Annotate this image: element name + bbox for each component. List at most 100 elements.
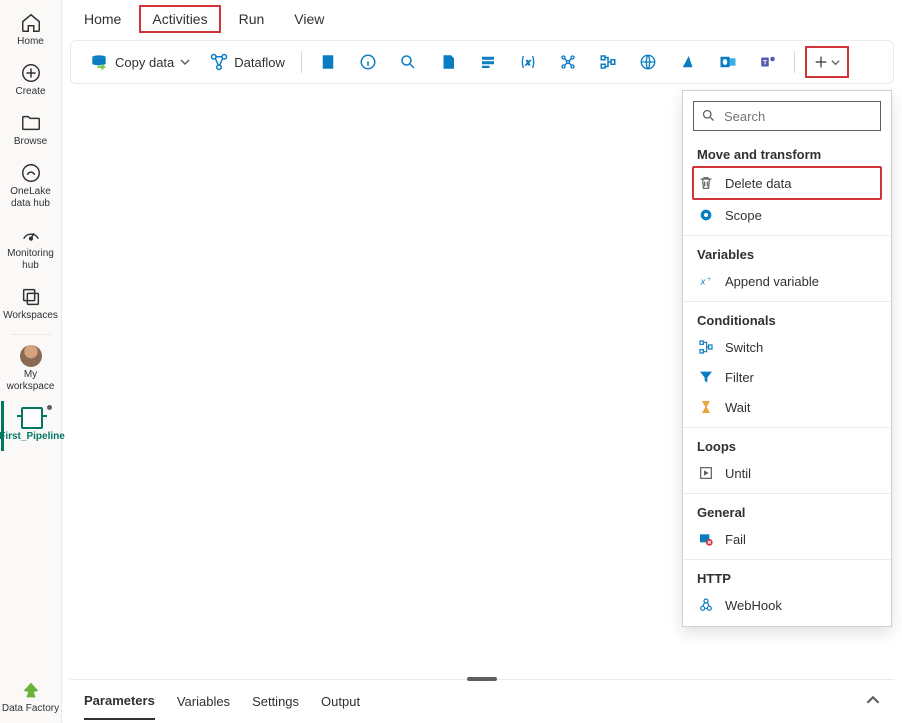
dd-cat-general: General <box>683 499 891 524</box>
folder-icon <box>20 112 42 134</box>
svg-text:x: x <box>700 276 706 286</box>
azure-icon <box>679 53 697 71</box>
bottom-tab-output[interactable]: Output <box>321 684 360 719</box>
panel-resize-grip[interactable] <box>467 677 497 681</box>
nav-separator <box>11 334 51 335</box>
tab-activities[interactable]: Activities <box>139 5 220 33</box>
globe-icon <box>639 53 657 71</box>
invoke-pipeline-button[interactable] <box>592 46 624 78</box>
dd-item-append-variable[interactable]: x+ Append variable <box>683 266 891 296</box>
dd-cat-loops: Loops <box>683 433 891 458</box>
tab-view[interactable]: View <box>282 5 336 33</box>
nav-home[interactable]: Home <box>1 6 61 56</box>
notebook-icon <box>319 53 337 71</box>
dd-cat-move-transform: Move and transform <box>683 141 891 166</box>
plus-circle-icon <box>20 62 42 84</box>
stored-proc-button[interactable] <box>472 46 504 78</box>
ml-icon <box>559 53 577 71</box>
dd-item-wait[interactable]: Wait <box>683 392 891 422</box>
add-activity-button[interactable] <box>805 46 849 78</box>
dropdown-search-input[interactable] <box>693 101 881 131</box>
script-button[interactable] <box>432 46 464 78</box>
toolbar-separator <box>301 51 302 73</box>
dd-item-until[interactable]: Until <box>683 458 891 488</box>
append-variable-icon: x+ <box>697 272 715 290</box>
activities-toolbar: Copy data Dataflow x T <box>70 40 894 84</box>
info-button[interactable] <box>352 46 384 78</box>
dd-cat-variables: Variables <box>683 241 891 266</box>
trash-icon <box>697 174 715 192</box>
search-icon <box>399 53 417 71</box>
webhook-icon <box>697 596 715 614</box>
bottom-panel-tabs: Parameters Variables Settings Output <box>70 679 894 723</box>
search-icon <box>701 108 716 123</box>
plus-icon <box>813 54 829 70</box>
left-nav: Home Create Browse OneLake data hub Moni… <box>0 0 62 723</box>
teams-icon: T <box>759 53 777 71</box>
dataflow-icon <box>210 53 228 71</box>
nav-my-workspace[interactable]: My workspace <box>1 339 61 401</box>
dd-item-delete-data[interactable]: Delete data <box>692 166 882 200</box>
invoke-icon <box>599 53 617 71</box>
dd-cat-conditionals: Conditionals <box>683 307 891 332</box>
switch-icon <box>697 338 715 356</box>
copy-data-button[interactable]: Copy data <box>83 48 196 76</box>
notebook-button[interactable] <box>312 46 344 78</box>
dd-item-filter[interactable]: Filter <box>683 362 891 392</box>
main-area: Home Activities Run View Copy data Dataf… <box>62 0 902 723</box>
tab-run[interactable]: Run <box>227 5 277 33</box>
nav-create[interactable]: Create <box>1 56 61 106</box>
chevron-up-icon <box>866 693 880 707</box>
dropdown-search <box>693 101 881 131</box>
onelake-icon <box>20 162 42 184</box>
bottom-tab-settings[interactable]: Settings <box>252 684 299 719</box>
nav-browse[interactable]: Browse <box>1 106 61 156</box>
web-button[interactable] <box>632 46 664 78</box>
toolbar-separator <box>794 51 795 73</box>
svg-text:+: + <box>707 277 711 283</box>
dd-item-switch[interactable]: Switch <box>683 332 891 362</box>
bottom-tab-parameters[interactable]: Parameters <box>84 683 155 720</box>
search-button[interactable] <box>392 46 424 78</box>
bottom-tab-variables[interactable]: Variables <box>177 684 230 719</box>
fail-icon <box>697 530 715 548</box>
nav-workspaces[interactable]: Workspaces <box>1 280 61 330</box>
variable-button[interactable]: x <box>512 46 544 78</box>
teams-button[interactable]: T <box>752 46 784 78</box>
ml-button[interactable] <box>552 46 584 78</box>
workspaces-icon <box>20 286 42 308</box>
unsaved-dot-icon <box>47 405 52 410</box>
tab-home[interactable]: Home <box>72 5 133 33</box>
svg-text:x: x <box>525 58 531 67</box>
nav-monitoring[interactable]: Monitoring hub <box>1 218 61 280</box>
pipeline-icon <box>21 407 43 429</box>
dataflow-button[interactable]: Dataflow <box>204 49 291 75</box>
copy-data-icon <box>89 52 109 72</box>
chevron-down-icon <box>831 58 840 67</box>
outlook-icon <box>719 53 737 71</box>
nav-onelake[interactable]: OneLake data hub <box>1 156 61 218</box>
gauge-icon <box>20 224 42 246</box>
outlook-button[interactable] <box>712 46 744 78</box>
until-icon <box>697 464 715 482</box>
data-factory-icon <box>20 679 42 701</box>
avatar-icon <box>20 345 42 367</box>
dd-item-scope[interactable]: Scope <box>683 200 891 230</box>
home-icon <box>20 12 42 34</box>
expand-panel-button[interactable] <box>866 693 880 710</box>
variable-icon: x <box>518 53 538 71</box>
dd-item-webhook[interactable]: WebHook <box>683 590 891 620</box>
dd-cat-http: HTTP <box>683 565 891 590</box>
stored-proc-icon <box>479 53 497 71</box>
nav-first-pipeline[interactable]: First_Pipeline <box>1 401 61 451</box>
filter-icon <box>697 368 715 386</box>
azure-button[interactable] <box>672 46 704 78</box>
nav-data-factory[interactable]: Data Factory <box>1 673 61 723</box>
scope-icon <box>697 206 715 224</box>
canvas-wrap: Move and transform Delete data Scope Var… <box>70 90 894 679</box>
script-icon <box>439 53 457 71</box>
ribbon-tabs: Home Activities Run View <box>62 0 902 38</box>
dd-item-fail[interactable]: Fail <box>683 524 891 554</box>
info-icon <box>359 53 377 71</box>
hourglass-icon <box>697 398 715 416</box>
